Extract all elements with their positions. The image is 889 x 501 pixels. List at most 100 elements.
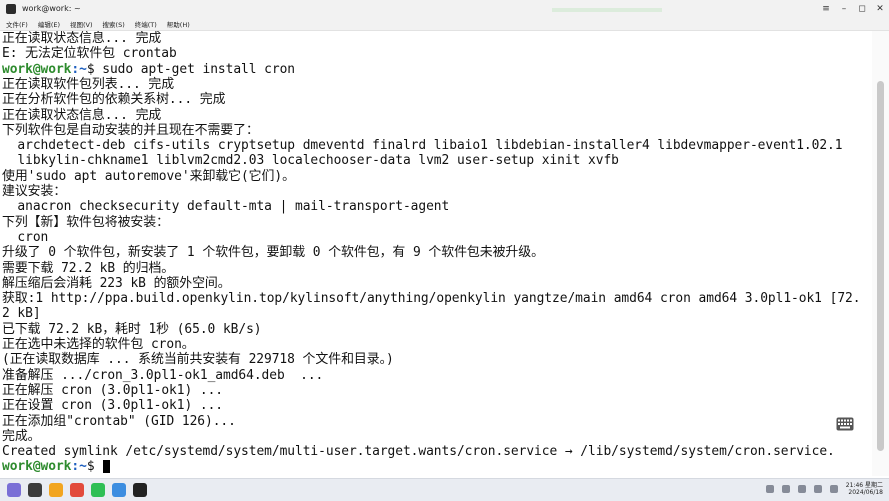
network-icon[interactable] xyxy=(781,485,790,493)
line-text: 解压缩后会消耗 223 kB 的额外空间。 xyxy=(2,275,231,291)
line-text: 下列【新】软件包将被安装： xyxy=(2,214,169,230)
close-icon[interactable]: ✕ xyxy=(871,0,889,17)
menu-item[interactable]: 视图(V) xyxy=(70,19,93,29)
terminal-line: 正在选中未选择的软件包 cron。 xyxy=(2,337,195,352)
line-text: 正在设置 cron (3.0pl1-ok1) ... xyxy=(2,398,224,414)
terminal-line: 需要下载 72.2 kB 的归档。 xyxy=(2,261,174,276)
prompt-symbol: $ xyxy=(86,61,103,77)
line-text: sudo apt-get install cron xyxy=(102,61,296,77)
menu-item[interactable]: 终端(T) xyxy=(135,19,157,29)
terminal-line: 使用'sudo apt autoremove'来卸载它(它们)。 xyxy=(2,169,295,184)
line-text: 正在读取软件包列表... 完成 xyxy=(2,76,175,92)
line-text: libkylin-chkname1 liblvm2cmd2.03 localec… xyxy=(2,153,619,169)
taskbar xyxy=(0,478,889,501)
line-text: 完成。 xyxy=(2,428,41,444)
file-manager-icon[interactable] xyxy=(28,483,42,497)
terminal-icon[interactable] xyxy=(133,483,147,497)
terminal-line: 建议安装： xyxy=(2,184,66,199)
window-controls: ≡ – ◻ ✕ xyxy=(817,0,889,17)
terminal-line: work@work:~$ xyxy=(2,459,111,475)
scrollbar[interactable] xyxy=(872,31,889,476)
terminal-line: E: 无法定位软件包 crontab xyxy=(2,46,177,61)
maximize-icon[interactable]: ◻ xyxy=(853,0,871,17)
line-text: 正在分析软件包的依赖关系树... 完成 xyxy=(2,92,226,108)
terminal-line: 正在解压 cron (3.0pl1-ok1) ... xyxy=(2,383,223,398)
wechat-icon[interactable] xyxy=(91,483,105,497)
terminal-line: (正在读取数据库 ... 系统当前共安装有 229718 个文件和目录。) xyxy=(2,352,394,367)
line-text: Created symlink /etc/systemd/system/mult… xyxy=(2,444,835,460)
watermark xyxy=(552,0,662,12)
line-text: 正在读取状态信息... 完成 xyxy=(2,107,162,123)
keyboard-icon[interactable] xyxy=(834,415,856,433)
prompt-symbol: $ xyxy=(86,459,103,475)
terminal-line: archdetect-deb cifs-utils cryptsetup dme… xyxy=(2,138,842,153)
menu-item[interactable]: 编辑(E) xyxy=(38,19,60,29)
line-text: 正在读取状态信息... 完成 xyxy=(2,31,162,46)
terminal-line: 正在设置 cron (3.0pl1-ok1) ... xyxy=(2,398,223,413)
text-cursor xyxy=(103,460,111,474)
clock-date: 2024/06/18 xyxy=(848,489,883,496)
line-text: 准备解压 .../cron_3.0pl1-ok1_amd64.deb ... xyxy=(2,367,324,383)
terminal-line: 正在读取状态信息... 完成 xyxy=(2,31,161,46)
line-text: 2 kB] xyxy=(2,306,41,322)
prompt-user: work@work xyxy=(2,61,72,77)
title-bar: work@work: ~ ≡ – ◻ ✕ xyxy=(0,0,889,17)
terminal-line: 2 kB] xyxy=(2,306,41,321)
menu-icon[interactable]: ≡ xyxy=(817,0,835,17)
line-text: 需要下载 72.2 kB 的归档。 xyxy=(2,260,175,276)
terminal-line: 正在读取软件包列表... 完成 xyxy=(2,77,174,92)
bluetooth-icon[interactable] xyxy=(813,485,822,493)
settings-icon[interactable] xyxy=(112,483,126,497)
line-text: 正在添加组"crontab" (GID 126)... xyxy=(2,413,236,429)
line-text: cron xyxy=(2,229,49,245)
line-text: 获取:1 http://ppa.build.openkylin.top/kyli… xyxy=(2,291,861,307)
prompt-path: :~ xyxy=(71,459,87,475)
terminal-line: 下列软件包是自动安装的并且现在不需要了： xyxy=(2,123,259,138)
terminal-line: anacron checksecurity default-mta | mail… xyxy=(2,199,449,214)
terminal-line: 升级了 0 个软件包，新安装了 1 个软件包，要卸载 0 个软件包，有 9 个软… xyxy=(2,245,544,260)
menu-item[interactable]: 帮助(H) xyxy=(167,19,190,29)
browser-icon[interactable] xyxy=(49,483,63,497)
terminal-app-icon xyxy=(6,3,16,14)
line-text: 下列软件包是自动安装的并且现在不需要了： xyxy=(2,122,259,138)
minimize-icon[interactable]: – xyxy=(835,0,853,17)
prompt-path: :~ xyxy=(71,61,87,77)
clock-time: 21:46 星期二 xyxy=(845,482,883,489)
line-text: 正在选中未选择的软件包 cron。 xyxy=(2,337,195,352)
terminal-line: 已下载 72.2 kB，耗时 1秒 (65.0 kB/s) xyxy=(2,322,262,337)
line-text: 正在解压 cron (3.0pl1-ok1) ... xyxy=(2,382,224,398)
start-menu-icon[interactable] xyxy=(7,483,21,497)
menu-item[interactable]: 文件(F) xyxy=(6,19,28,29)
window-title: work@work: ~ xyxy=(22,4,81,13)
terminal-line: 获取:1 http://ppa.build.openkylin.top/kyli… xyxy=(2,291,861,307)
line-text: (正在读取数据库 ... 系统当前共安装有 229718 个文件和目录。) xyxy=(2,352,394,368)
line-text: 升级了 0 个软件包，新安装了 1 个软件包，要卸载 0 个软件包，有 9 个软… xyxy=(2,245,544,261)
terminal-line: 完成。 xyxy=(2,429,41,444)
terminal-output[interactable]: 正在读取状态信息... 完成 E: 无法定位软件包 crontab work@wor… xyxy=(0,31,872,476)
terminal-line: work@work:~$ sudo apt-get install cron xyxy=(2,62,295,77)
terminal-line: 解压缩后会消耗 223 kB 的额外空间。 xyxy=(2,276,231,291)
line-text: 建议安装： xyxy=(2,184,67,199)
terminal-line: 正在添加组"crontab" (GID 126)... xyxy=(2,414,236,429)
terminal-line: 下列【新】软件包将被安装： xyxy=(2,215,169,230)
menu-bar: 文件(F) 编辑(E) 视图(V) 搜索(S) 终端(T) 帮助(H) xyxy=(0,17,889,31)
terminal-line: 正在读取状态信息... 完成 xyxy=(2,108,161,123)
prompt-user: work@work xyxy=(2,459,72,475)
search-icon[interactable] xyxy=(765,485,774,493)
terminal-line: 正在分析软件包的依赖关系树... 完成 xyxy=(2,92,226,108)
terminal-line: libkylin-chkname1 liblvm2cmd2.03 localec… xyxy=(2,153,619,168)
line-text: 使用'sudo apt autoremove'来卸载它(它们)。 xyxy=(2,168,295,184)
menu-item[interactable]: 搜索(S) xyxy=(103,19,125,29)
terminal-line: cron xyxy=(2,230,48,245)
line-text: 已下载 72.2 kB，耗时 1秒 (65.0 kB/s) xyxy=(2,321,262,337)
notification-icon[interactable] xyxy=(829,485,838,493)
line-text: archdetect-deb cifs-utils cryptsetup dme… xyxy=(2,138,843,154)
app-store-icon[interactable] xyxy=(70,483,84,497)
volume-icon[interactable] xyxy=(797,485,806,493)
scrollbar-thumb[interactable] xyxy=(877,81,884,451)
clock[interactable]: 21:46 星期二 2024/06/18 xyxy=(846,482,883,496)
terminal-line: Created symlink /etc/systemd/system/mult… xyxy=(2,444,835,459)
line-text: E: 无法定位软件包 crontab xyxy=(2,46,177,62)
line-text: anacron checksecurity default-mta | mail… xyxy=(2,199,450,215)
terminal-line: 准备解压 .../cron_3.0pl1-ok1_amd64.deb ... xyxy=(2,368,323,383)
